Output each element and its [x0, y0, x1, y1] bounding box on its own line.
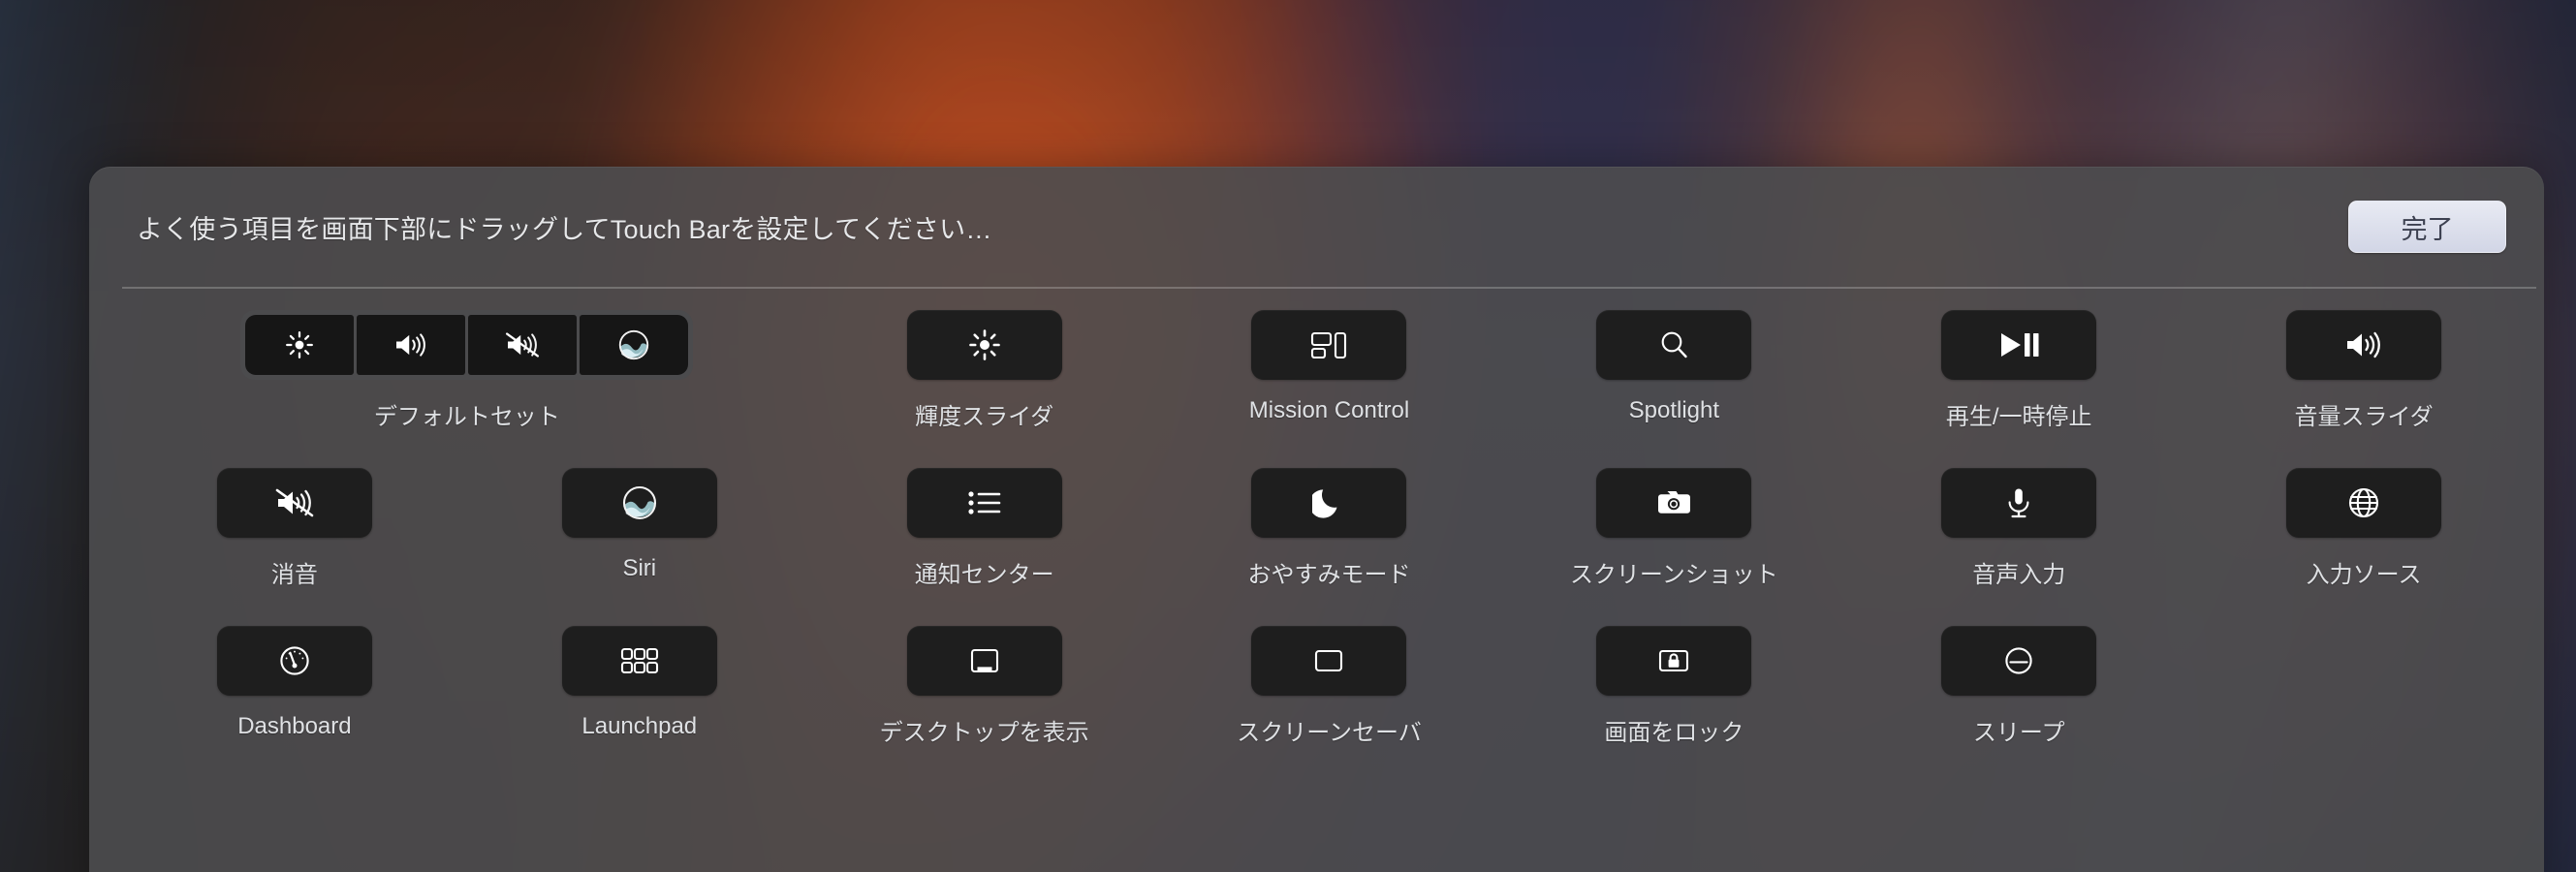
- mission-control-label: Mission Control: [1248, 397, 1410, 423]
- volume-icon: [2347, 331, 2380, 358]
- dashboard-button[interactable]: [216, 626, 372, 696]
- brightness-slider-button[interactable]: [906, 310, 1062, 380]
- screenshot-button[interactable]: [1596, 468, 1752, 538]
- touch-bar-item-mute[interactable]: 消音: [122, 468, 467, 589]
- screen: よく使う項目を画面下部にドラッグしてTouch Barを設定してください… 完了: [0, 0, 2576, 872]
- touch-bar-item-input-sources[interactable]: 入力ソース: [2191, 468, 2536, 589]
- lock-screen-label: 画面をロック: [1604, 720, 1744, 746]
- mute-button[interactable]: [216, 468, 372, 538]
- touch-bar-item-lock-screen[interactable]: 画面をロック: [1501, 626, 1846, 747]
- touch-bar-item-dashboard[interactable]: Dashboard: [122, 626, 467, 747]
- segment-brightness-icon[interactable]: [245, 315, 355, 375]
- touch-bar-item-notification-center[interactable]: 通知センター: [812, 468, 1157, 589]
- sleep-button[interactable]: [1941, 626, 2097, 696]
- list-icon: [968, 491, 1000, 514]
- screenshot-label: スクリーンショット: [1569, 562, 1778, 588]
- play-pause-label: 再生/一時停止: [1945, 404, 2092, 430]
- touch-bar-item-spotlight[interactable]: Spotlight: [1501, 310, 1846, 431]
- volume-slider-label: 音量スライダ: [2294, 404, 2434, 430]
- touch-bar-item-mission-control[interactable]: Mission Control: [1157, 310, 1502, 431]
- touch-bar-item-siri[interactable]: Siri: [467, 468, 812, 589]
- siri-label: Siri: [622, 555, 657, 581]
- default-set-label: デフォルトセット: [373, 404, 560, 430]
- play-pause-icon: [2001, 333, 2039, 357]
- globe-icon: [2349, 487, 2379, 518]
- mute-label: 消音: [270, 562, 318, 588]
- touch-bar-item-launchpad[interactable]: Launchpad: [467, 626, 812, 747]
- search-icon: [1661, 331, 1688, 358]
- mute-icon: [506, 332, 540, 358]
- launchpad-button[interactable]: [561, 626, 717, 696]
- touch-bar-item-do-not-disturb[interactable]: おやすみモード: [1157, 468, 1502, 589]
- desktop-icon: [970, 648, 998, 673]
- mute-icon: [275, 488, 314, 517]
- brightness-icon: [968, 329, 1000, 360]
- mission-control-button[interactable]: [1251, 310, 1407, 380]
- microphone-icon: [2008, 488, 2029, 518]
- spotlight-label: Spotlight: [1628, 397, 1720, 423]
- lock-screen-button[interactable]: [1596, 626, 1752, 696]
- touch-bar-item-screen-saver[interactable]: スクリーンセーバ: [1157, 626, 1502, 747]
- launchpad-grid-icon: [620, 647, 658, 674]
- input-sources-button[interactable]: [2286, 468, 2442, 538]
- lock-screen-icon: [1659, 649, 1689, 672]
- brightness-icon: [286, 331, 314, 358]
- sleep-label: スリープ: [1972, 720, 2065, 746]
- touch-bar-item-play-pause[interactable]: 再生/一時停止: [1846, 310, 2191, 431]
- do-not-disturb-label: おやすみモード: [1247, 562, 1411, 588]
- siri-icon: [619, 329, 649, 360]
- touch-bar-item-volume-slider[interactable]: 音量スライダ: [2191, 310, 2536, 431]
- segment-mute-icon[interactable]: [468, 315, 578, 375]
- touch-bar-item-brightness-slider[interactable]: 輝度スライダ: [812, 310, 1157, 431]
- touch-bar-item-screenshot[interactable]: スクリーンショット: [1501, 468, 1846, 589]
- touch-bar-item-show-desktop[interactable]: デスクトップを表示: [812, 626, 1157, 747]
- spotlight-button[interactable]: [1596, 310, 1752, 380]
- show-desktop-button[interactable]: [906, 626, 1062, 696]
- default-set-group[interactable]: [240, 310, 694, 380]
- dictation-button[interactable]: [1941, 468, 2097, 538]
- done-button[interactable]: 完了: [2348, 201, 2506, 253]
- play-pause-button[interactable]: [1941, 310, 2097, 380]
- gauge-icon: [280, 646, 309, 675]
- mission-control-icon: [1311, 331, 1347, 359]
- notification-center-label: 通知センター: [914, 562, 1054, 588]
- dictation-label: 音声入力: [1972, 562, 2066, 588]
- input-sources-label: 入力ソース: [2306, 562, 2422, 588]
- dashboard-label: Dashboard: [237, 713, 352, 739]
- screen-saver-label: スクリーンセーバ: [1237, 720, 1422, 746]
- touch-bar-item-default-set[interactable]: デフォルトセット: [122, 310, 812, 431]
- siri-icon: [622, 485, 656, 520]
- notification-center-button[interactable]: [906, 468, 1062, 538]
- touch-bar-customize-panel: よく使う項目を画面下部にドラッグしてTouch Barを設定してください… 完了: [89, 167, 2544, 872]
- launchpad-label: Launchpad: [581, 713, 698, 739]
- page-title: よく使う項目を画面下部にドラッグしてTouch Barを設定してください…: [137, 214, 992, 244]
- show-desktop-label: デスクトップを表示: [879, 720, 1089, 746]
- segment-siri-icon[interactable]: [580, 315, 689, 375]
- segment-volume-icon[interactable]: [357, 315, 466, 375]
- touch-bar-item-grid: デフォルトセット 輝度スライダ Mission Control Spotligh…: [122, 310, 2536, 747]
- panel-header: よく使う項目を画面下部にドラッグしてTouch Barを設定してください… 完了: [89, 167, 2544, 287]
- touch-bar-item-dictation[interactable]: 音声入力: [1846, 468, 2191, 589]
- sleep-icon: [2005, 647, 2032, 674]
- screen-saver-button[interactable]: [1251, 626, 1407, 696]
- camera-icon: [1658, 491, 1691, 514]
- screen-icon: [1315, 649, 1343, 672]
- moon-icon: [1312, 489, 1337, 518]
- do-not-disturb-button[interactable]: [1251, 468, 1407, 538]
- siri-button[interactable]: [561, 468, 717, 538]
- brightness-slider-label: 輝度スライダ: [915, 404, 1054, 430]
- volume-slider-button[interactable]: [2286, 310, 2442, 380]
- volume-icon: [396, 333, 426, 357]
- header-divider: [122, 287, 2536, 289]
- touch-bar-item-sleep[interactable]: スリープ: [1846, 626, 2191, 747]
